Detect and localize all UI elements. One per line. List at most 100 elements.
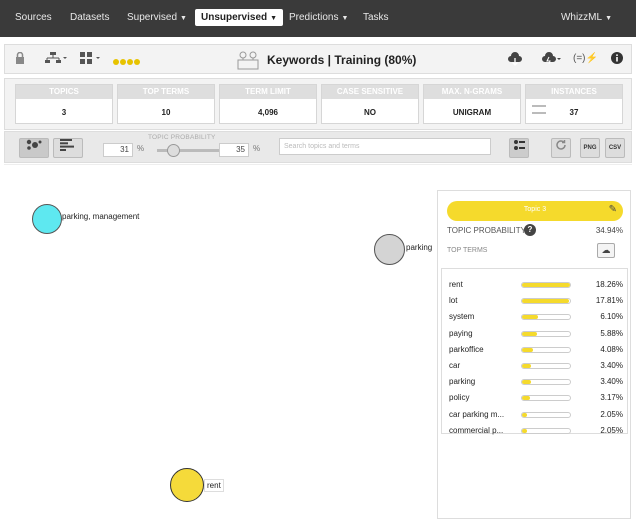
term-bar-fill — [522, 412, 528, 417]
term-row[interactable]: commercial p... 2.05% — [442, 423, 629, 439]
view-toolbar: TOPIC PROBABILITY 31 % 35 % Search topic… — [4, 131, 632, 163]
word-cloud-icon[interactable]: ☁ — [597, 243, 615, 258]
term-row[interactable]: car parking m... 2.05% — [442, 407, 629, 423]
term-bar-fill — [522, 315, 539, 320]
model-tree-icon[interactable] — [45, 52, 67, 67]
term-name: system — [449, 312, 475, 322]
term-bar-fill — [522, 299, 569, 304]
export-csv-button[interactable]: CSV — [605, 138, 625, 158]
export-png-button[interactable]: PNG — [580, 138, 600, 158]
percent-sign: % — [137, 144, 145, 153]
actions-cloud-icon[interactable] — [541, 52, 563, 69]
topic-probability-value: 34.94% — [595, 226, 623, 235]
term-bar — [521, 298, 571, 305]
term-row[interactable]: parkoffice 4.08% — [442, 342, 629, 358]
refresh-icon — [556, 140, 566, 150]
term-name: rent — [449, 280, 463, 289]
topic-bubble[interactable] — [170, 468, 204, 502]
term-value: 3.40% — [600, 361, 623, 370]
topic-bubble-label: rent — [204, 479, 224, 492]
reset-button[interactable] — [551, 138, 571, 158]
summary-instances[interactable]: INSTANCES 37 — [525, 84, 623, 124]
term-bar-fill — [522, 396, 531, 401]
csv-label: CSV — [608, 145, 622, 151]
term-bar — [521, 411, 571, 418]
list-icon — [532, 105, 546, 114]
term-bar-fill — [522, 283, 570, 287]
dataset-icon[interactable] — [80, 52, 102, 67]
nav-tasks-label: Tasks — [363, 12, 389, 23]
summary-value: 4,096 — [257, 108, 279, 117]
term-name: commercial p... — [449, 425, 504, 435]
term-bar-fill — [522, 428, 528, 433]
bubble-map-icon — [26, 139, 42, 150]
nav-supervised-label: Supervised — [127, 12, 178, 23]
term-row[interactable]: paying 5.88% — [442, 326, 629, 342]
user-menu[interactable]: WhizzML ▼ — [561, 12, 612, 23]
summary-topics: TOPICS 3 — [15, 84, 113, 124]
term-name: paying — [449, 328, 473, 338]
nav-datasets-label: Datasets — [70, 12, 110, 23]
nav-datasets[interactable]: Datasets — [70, 12, 109, 23]
term-value: 2.05% — [600, 425, 623, 435]
term-row[interactable]: car 3.40% — [442, 358, 629, 374]
nav-tasks[interactable]: Tasks — [363, 12, 389, 23]
summary-label: TOPICS — [16, 85, 112, 99]
term-name: lot — [449, 296, 458, 306]
cloud-download-icon[interactable] — [507, 52, 523, 69]
topic-name: Topic 3 — [523, 206, 547, 213]
caret-down-icon: ▼ — [180, 15, 187, 22]
term-row[interactable]: rent 18.26% — [442, 277, 629, 293]
summary-label: TOP TERMS — [118, 85, 214, 99]
slider-handle[interactable] — [167, 144, 180, 157]
term-row[interactable]: system 6.10% — [442, 309, 629, 325]
term-value: 4.08% — [600, 344, 623, 354]
term-bar — [521, 314, 571, 321]
nav-predictions[interactable]: Predictions ▼ — [289, 12, 348, 23]
term-value: 17.81% — [595, 296, 623, 306]
png-label: PNG — [583, 145, 597, 151]
topic-bubble[interactable] — [32, 204, 62, 234]
nav-supervised[interactable]: Supervised ▼ — [127, 12, 187, 23]
term-row[interactable]: lot 17.81% — [442, 293, 629, 309]
topic-bubble-label: parking — [406, 243, 433, 252]
selected-topic-header: Topic 3 ✎ — [447, 201, 623, 221]
nav-unsupervised-label: Unsupervised — [201, 12, 268, 23]
help-icon[interactable]: ? — [524, 224, 536, 236]
term-value: 3.40% — [600, 377, 623, 387]
search-input[interactable]: Search topics and terms — [279, 138, 491, 155]
term-bar-fill — [522, 331, 538, 336]
nav-unsupervised[interactable]: Unsupervised ▼ — [195, 9, 284, 26]
summary-term-limit: TERM LIMIT 4,096 — [219, 84, 317, 124]
nav-sources[interactable]: Sources — [15, 12, 52, 23]
term-value: 2.05% — [600, 409, 623, 419]
bar-chart-icon — [60, 139, 74, 151]
summary-max-ngrams: MAX. N-GRAMS UNIGRAM — [423, 84, 521, 124]
summary-case-sensitive: CASE SENSITIVE NO — [321, 84, 419, 124]
summary-top-terms: TOP TERMS 10 — [117, 84, 215, 124]
summary-label: MAX. N-GRAMS — [424, 85, 520, 99]
max-probability-input[interactable]: 35 — [219, 143, 249, 157]
nav-predictions-label: Predictions — [289, 12, 339, 23]
summary-value: 10 — [161, 108, 171, 117]
topic-bubble[interactable] — [374, 234, 405, 265]
term-bar-fill — [522, 380, 531, 385]
min-probability-input[interactable]: 31 — [103, 143, 133, 157]
bar-view-button[interactable] — [53, 138, 83, 158]
summary-value: NO — [364, 108, 376, 117]
top-nav: Sources Datasets Supervised ▼ Unsupervise… — [0, 0, 636, 37]
term-bar — [521, 395, 571, 402]
probability-filter-label: TOPIC PROBABILITY — [148, 134, 216, 141]
term-row[interactable]: parking 3.40% — [442, 374, 629, 390]
topic-dots-icon — [113, 57, 141, 67]
term-row[interactable]: policy 3.17% — [442, 390, 629, 406]
show-labels-button[interactable] — [509, 138, 529, 158]
formula-icon[interactable]: (=)⚡ — [573, 53, 598, 64]
topic-details-panel: Topic 3 ✎ TOPIC PROBABILITY ? 34.94% TOP… — [437, 190, 631, 519]
percent-sign: % — [253, 144, 261, 153]
map-view-button[interactable] — [19, 138, 49, 158]
caret-down-icon: ▼ — [605, 15, 612, 22]
info-icon[interactable] — [611, 52, 623, 67]
caret-down-icon: ▼ — [270, 15, 278, 22]
pencil-icon[interactable]: ✎ — [609, 204, 617, 215]
